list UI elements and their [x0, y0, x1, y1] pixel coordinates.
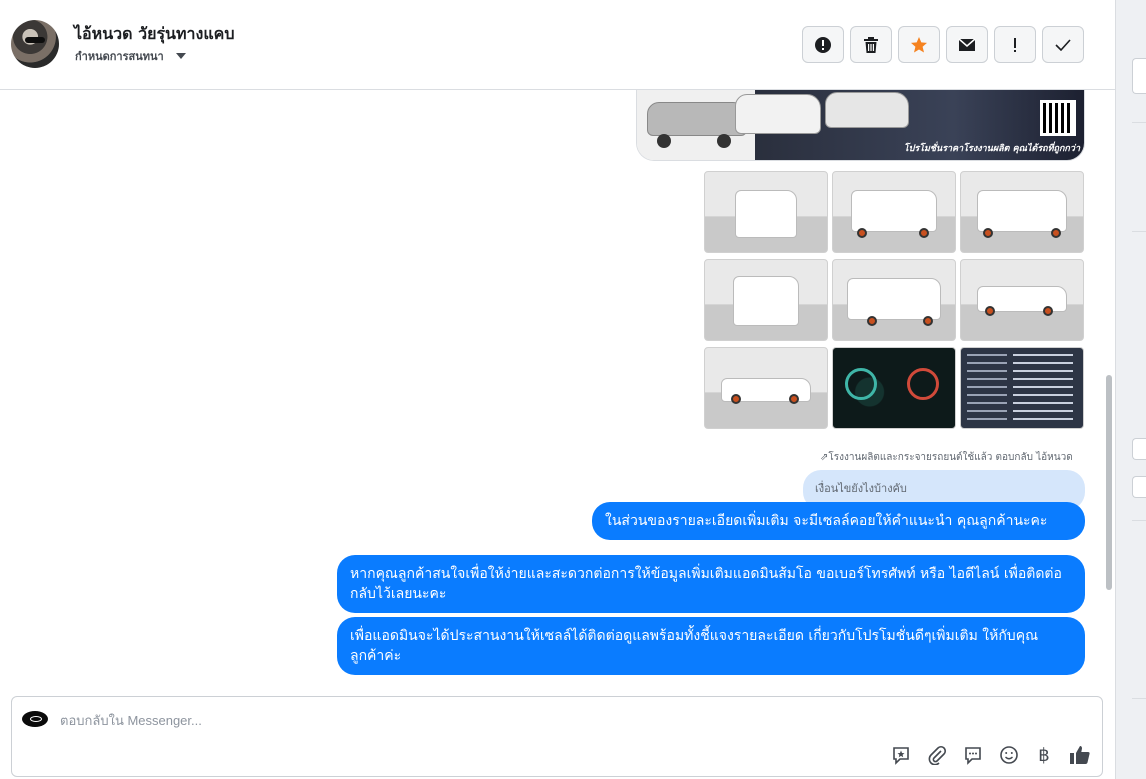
emoji-icon — [1000, 746, 1018, 764]
alert-circle-icon — [815, 36, 831, 53]
mark-done-button[interactable] — [1042, 26, 1084, 63]
banner-caption: โปรโมชั่นราคาโรงงานผลิต คุณได้รถที่ถูกกว… — [903, 144, 1080, 154]
emoji-button[interactable] — [997, 743, 1021, 767]
message-bubble[interactable]: หากคุณลูกค้าสนใจเพื่อให้ง่ายและสะดวกต่อก… — [337, 555, 1085, 613]
sidebar-field[interactable] — [1132, 58, 1146, 94]
car-photo[interactable] — [832, 259, 956, 341]
sidebar-divider — [1132, 520, 1146, 521]
baht-icon: ฿ — [1038, 744, 1050, 766]
car-photo[interactable] — [960, 171, 1084, 253]
sidebar-divider — [1132, 698, 1146, 699]
contact-avatar[interactable] — [11, 20, 59, 68]
attach-button[interactable] — [925, 743, 949, 767]
assign-label: กำหนดการสนทนา — [75, 50, 164, 63]
mark-unread-button[interactable] — [946, 26, 988, 63]
assign-conversation-dropdown[interactable]: กำหนดการสนทนา — [75, 47, 186, 65]
quick-reply-button[interactable] — [961, 743, 985, 767]
thumbs-up-icon — [1070, 746, 1090, 764]
sidebar-divider — [1132, 231, 1146, 232]
message-bubble[interactable]: ในส่วนของรายละเอียดเพิ่มเติม จะมีเซลล์คอ… — [592, 502, 1085, 540]
caret-down-icon — [175, 53, 186, 59]
contact-name[interactable]: ไอ้หนวด วัยรุ่นทางแคบ — [74, 22, 235, 47]
sidebar-field[interactable] — [1132, 476, 1146, 498]
thread-scrollbar[interactable] — [1106, 375, 1112, 590]
payment-button[interactable]: ฿ — [1032, 743, 1056, 767]
reply-meta-text: โรงงานผลิตและกระจายรถยนต์ใช้แล้ว ตอบกลับ… — [828, 452, 1073, 463]
page-avatar-icon — [22, 711, 48, 727]
star-icon — [911, 36, 927, 52]
promo-banner-image[interactable]: โปรโมชั่นราคาโรงงานผลิต คุณได้รถที่ถูกกว… — [636, 90, 1085, 161]
report-spam-button[interactable] — [802, 26, 844, 63]
car-photo[interactable] — [832, 171, 956, 253]
spec-sheet-image[interactable] — [960, 347, 1084, 429]
chat-bubble-icon — [965, 747, 981, 765]
saved-reply-button[interactable] — [889, 743, 913, 767]
sidebar-field[interactable] — [1132, 438, 1146, 460]
check-icon — [1055, 38, 1071, 51]
delete-button[interactable] — [850, 26, 892, 63]
car-photo[interactable] — [704, 259, 828, 341]
car-photo[interactable] — [704, 347, 828, 429]
car-photo[interactable] — [960, 259, 1084, 341]
saved-reply-icon — [893, 747, 909, 765]
sidebar-divider — [1132, 122, 1146, 123]
inbox-app: ไอ้หนวด วัยรุ่นทางแคบ กำหนดการสนทนา โปรโ… — [0, 0, 1146, 779]
car-photo[interactable] — [704, 171, 828, 253]
message-bubble[interactable]: เพื่อแอดมินจะได้ประสานงานให้เซลล์ได้ติดต… — [337, 617, 1085, 675]
star-button[interactable] — [898, 26, 940, 63]
details-sidebar — [1115, 0, 1146, 779]
mark-important-button[interactable] — [994, 26, 1036, 63]
dashboard-photo[interactable] — [832, 347, 956, 429]
envelope-icon — [958, 37, 976, 51]
reply-meta: ⇗โรงงานผลิตและกระจายรถยนต์ใช้แล้ว ตอบกลั… — [820, 450, 1073, 465]
like-button[interactable] — [1068, 743, 1092, 767]
qr-code — [1040, 100, 1076, 136]
car-photo-grid — [704, 171, 1084, 429]
reply-input[interactable] — [60, 709, 660, 731]
trash-icon — [864, 36, 878, 53]
attach-icon — [928, 745, 947, 765]
banner-trucks-photo: โปรโมชั่นราคาโรงงานผลิต คุณได้รถที่ถูกกว… — [735, 90, 1084, 160]
reply-composer: ฿ — [11, 696, 1103, 777]
exclamation-icon — [1014, 37, 1016, 52]
conversation-header: ไอ้หนวด วัยรุ่นทางแคบ กำหนดการสนทนา — [0, 0, 1115, 90]
